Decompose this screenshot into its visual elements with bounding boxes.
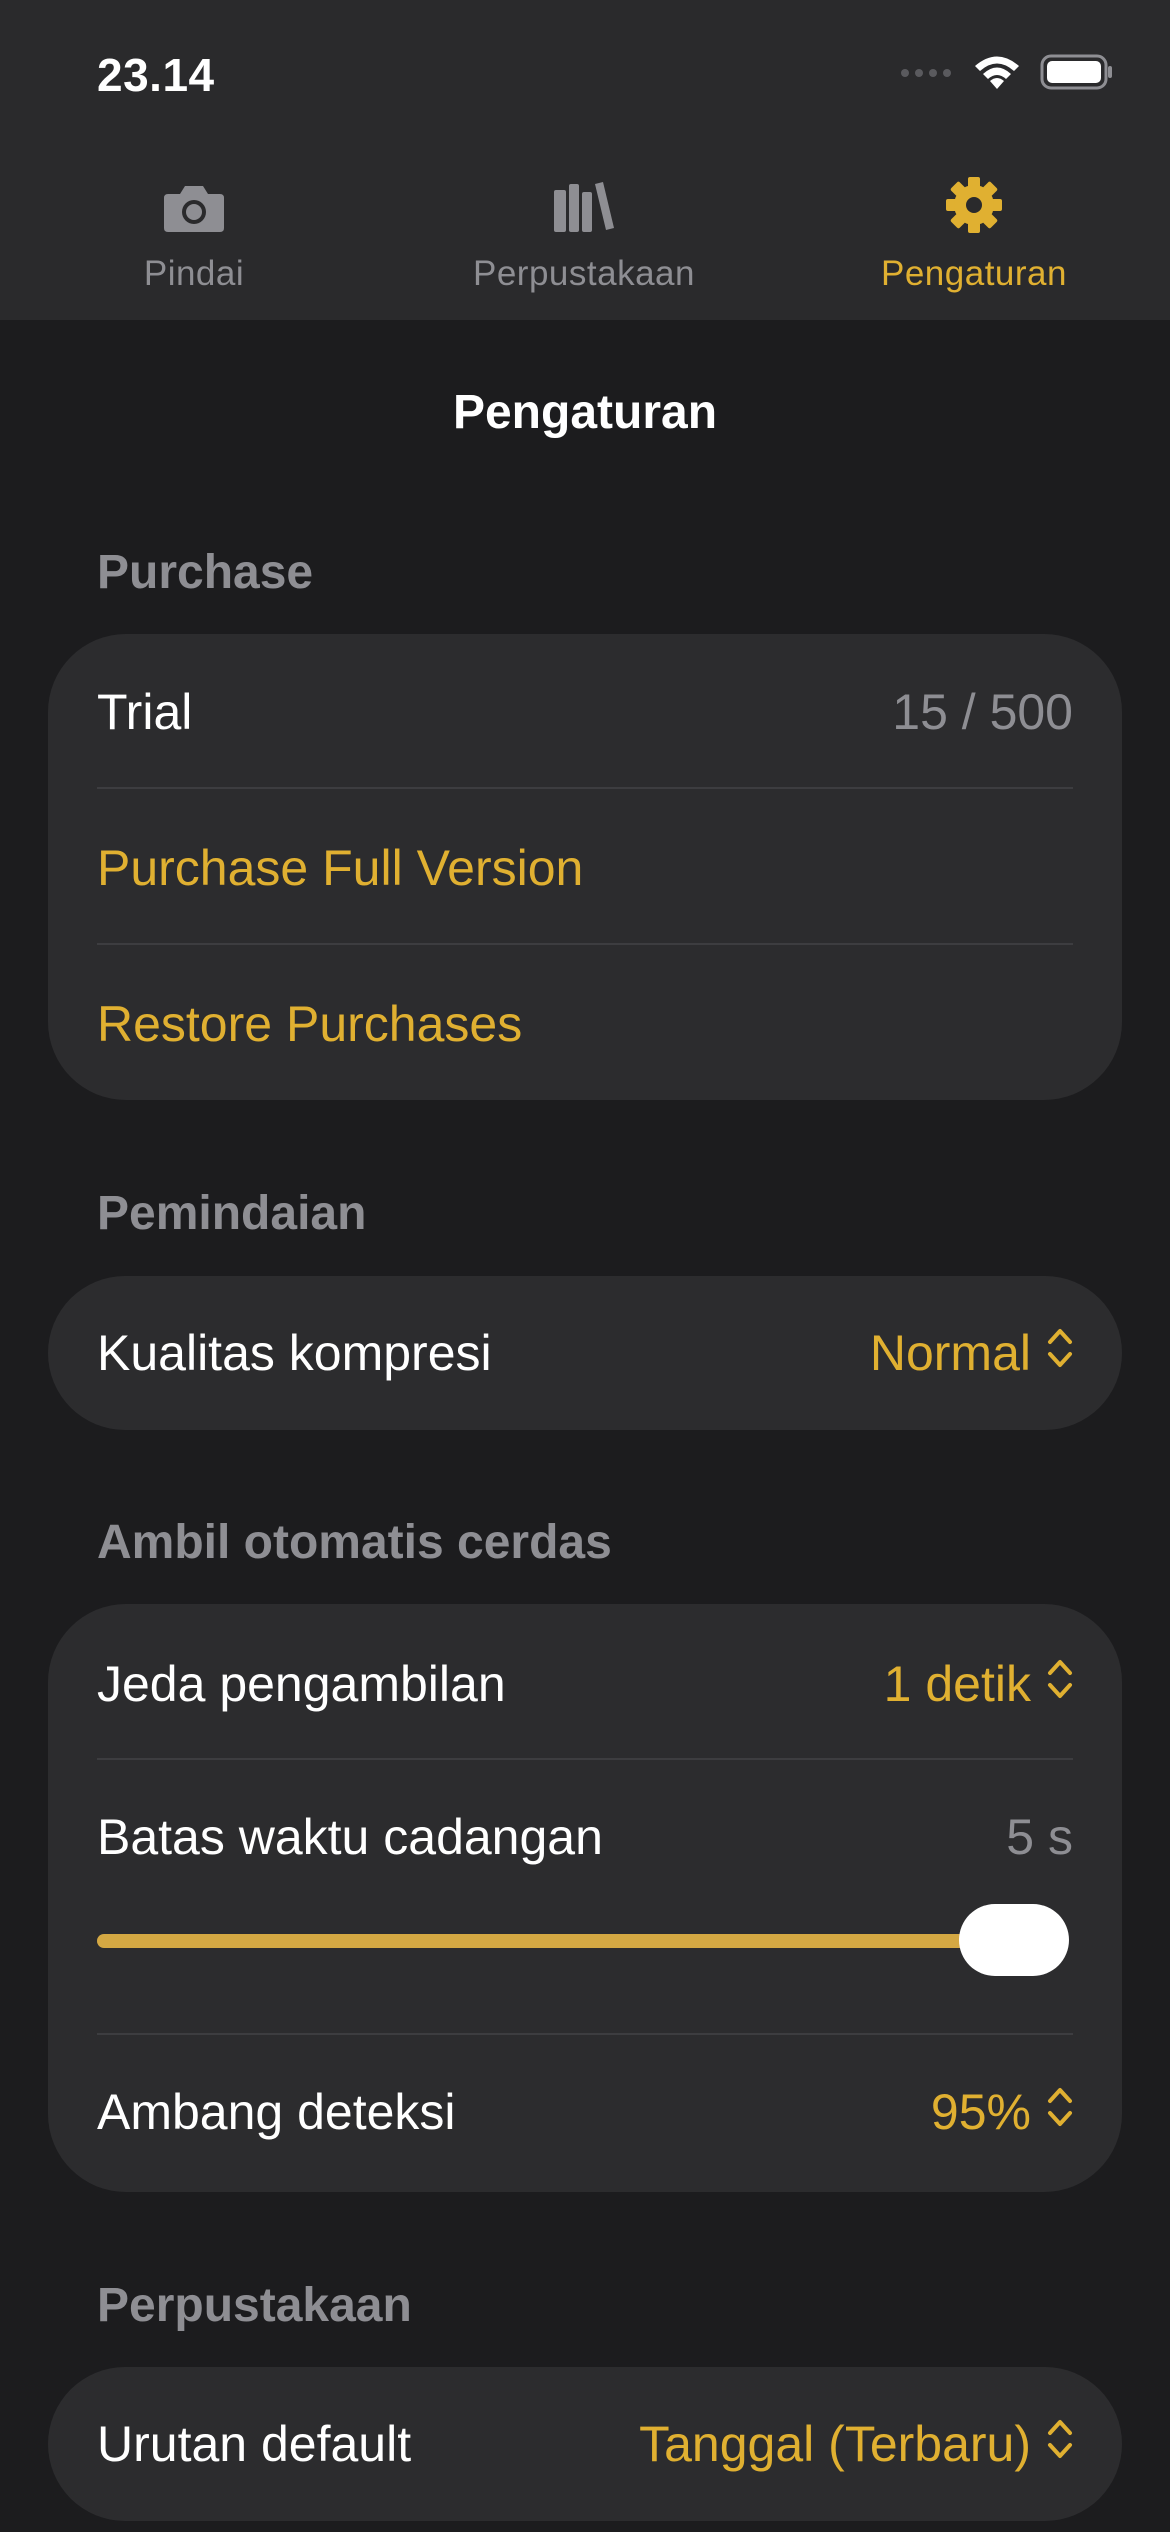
divider: [97, 1758, 1073, 1760]
chevron-up-down-icon: [1047, 2415, 1073, 2473]
chevron-up-down-icon: [1047, 2083, 1073, 2141]
capture-delay-value: 1 detik: [883, 1656, 1031, 1712]
top-bar: 23.14 Pindai Perpustakaan Pengaturan: [0, 0, 1170, 320]
purchase-card: Trial 15 / 500 Purchase Full Version Res…: [48, 634, 1122, 1100]
compression-quality-row[interactable]: Kualitas kompresi Normal: [97, 1323, 1073, 1383]
scanning-card: Kualitas kompresi Normal: [48, 1276, 1122, 1430]
tab-label: Perpustakaan: [473, 254, 695, 293]
section-header-ambil-otomatis: Ambil otomatis cerdas: [97, 1516, 612, 1569]
divider: [97, 943, 1073, 945]
cellular-signal-icon: [900, 65, 954, 84]
default-sort-picker[interactable]: Tanggal (Terbaru): [639, 2415, 1073, 2473]
tab-pindai[interactable]: Pindai: [14, 170, 374, 294]
battery-icon: [1040, 53, 1114, 96]
trial-count: 15 / 500: [892, 684, 1073, 740]
smart-capture-card: Jeda pengambilan 1 detik Batas waktu cad…: [48, 1604, 1122, 2192]
camera-icon: [162, 170, 226, 234]
section-header-pemindaian: Pemindaian: [97, 1187, 367, 1240]
detection-threshold-row[interactable]: Ambang deteksi 95%: [97, 2082, 1073, 2142]
library-books-icon: [552, 170, 616, 234]
status-icons: [900, 52, 1114, 96]
wifi-icon: [972, 53, 1022, 96]
capture-delay-row[interactable]: Jeda pengambilan 1 detik: [97, 1654, 1073, 1714]
capture-delay-picker[interactable]: 1 detik: [884, 1655, 1073, 1713]
section-header-purchase: Purchase: [97, 546, 314, 599]
tab-label: Pindai: [143, 254, 245, 293]
detection-threshold-label: Ambang deteksi: [97, 2084, 456, 2140]
default-sort-label: Urutan default: [97, 2416, 412, 2472]
divider: [97, 787, 1073, 789]
compression-quality-picker[interactable]: Normal: [870, 1324, 1073, 1382]
trial-row: Trial 15 / 500: [97, 682, 1073, 742]
gear-icon: [945, 170, 1003, 234]
chevron-up-down-icon: [1047, 1324, 1073, 1382]
fallback-timeout-row: Batas waktu cadangan 5 s: [97, 1807, 1073, 1867]
default-sort-row[interactable]: Urutan default Tanggal (Terbaru): [97, 2414, 1073, 2474]
fallback-timeout-slider[interactable]: [97, 1904, 1069, 1976]
section-header-perpustakaan: Perpustakaan: [97, 2279, 412, 2332]
chevron-up-down-icon: [1047, 1655, 1073, 1713]
tab-label: Pengaturan: [881, 254, 1067, 293]
status-time: 23.14: [97, 49, 215, 101]
compression-quality-value: Normal: [869, 1325, 1031, 1381]
detection-threshold-picker[interactable]: 95%: [931, 2083, 1073, 2141]
capture-delay-label: Jeda pengambilan: [97, 1656, 506, 1712]
detection-threshold-value: 95%: [930, 2084, 1031, 2140]
slider-fill: [97, 1934, 1014, 1948]
slider-knob[interactable]: [959, 1904, 1069, 1976]
divider: [97, 2033, 1073, 2035]
restore-purchases-button[interactable]: Restore Purchases: [97, 994, 1073, 1054]
page-title: Pengaturan: [452, 386, 718, 439]
tab-perpustakaan[interactable]: Perpustakaan: [404, 170, 764, 294]
compression-quality-label: Kualitas kompresi: [97, 1325, 492, 1381]
default-sort-value: Tanggal (Terbaru): [639, 2416, 1031, 2472]
purchase-full-version-button[interactable]: Purchase Full Version: [97, 838, 1073, 898]
fallback-timeout-value: 5 s: [1006, 1809, 1073, 1865]
library-card: Urutan default Tanggal (Terbaru): [48, 2367, 1122, 2521]
tab-pengaturan[interactable]: Pengaturan: [794, 170, 1154, 294]
trial-label: Trial: [97, 684, 193, 740]
fallback-timeout-label: Batas waktu cadangan: [97, 1809, 603, 1865]
tab-bar: Pindai Perpustakaan Pengaturan: [0, 170, 1170, 300]
restore-purchases-label: Restore Purchases: [97, 996, 523, 1052]
purchase-full-version-label: Purchase Full Version: [97, 840, 584, 896]
